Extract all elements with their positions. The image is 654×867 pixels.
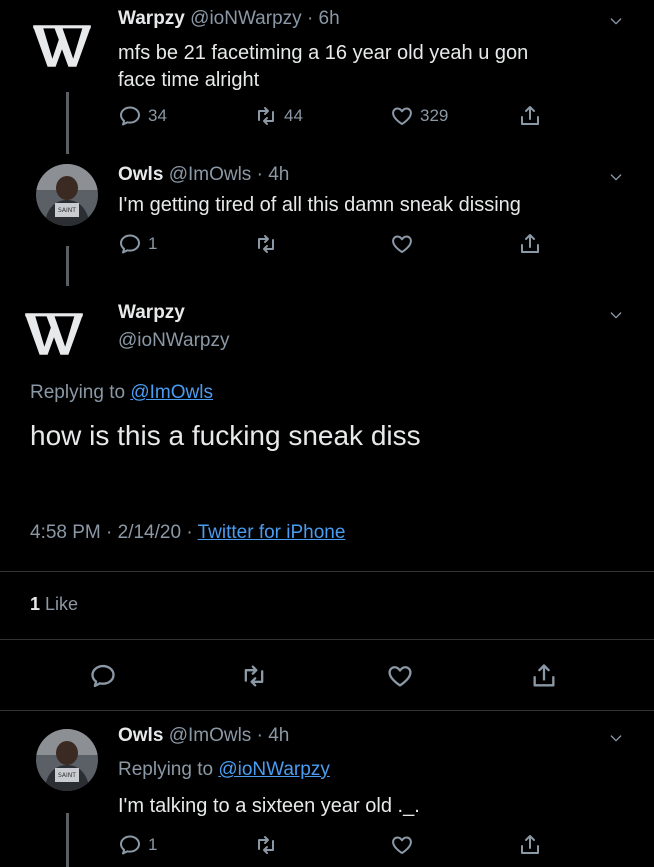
- replying-to-link[interactable]: @ImOwls: [130, 382, 213, 403]
- retweet-button[interactable]: [254, 232, 278, 256]
- like-button[interactable]: 329: [390, 104, 448, 128]
- divider: [0, 639, 654, 640]
- chevron-down-icon: [608, 307, 624, 323]
- retweet-icon: [240, 662, 268, 690]
- tweet-text: how is this a fucking sneak diss: [30, 420, 421, 451]
- tweet-actions: 1: [118, 833, 548, 857]
- author-name[interactable]: Warpzy: [118, 8, 185, 29]
- share-button[interactable]: [518, 833, 542, 857]
- retweet-button[interactable]: 44: [254, 104, 303, 128]
- reply-icon: [118, 232, 142, 256]
- author-name[interactable]: Owls: [118, 725, 163, 746]
- share-icon: [530, 662, 558, 690]
- reply-button[interactable]: 1: [118, 232, 157, 256]
- reply-count: 1: [148, 835, 158, 854]
- retweet-count: 44: [284, 106, 303, 125]
- share-button[interactable]: [518, 104, 542, 128]
- tweet-header: Owls @ImOwls · 4h: [118, 725, 289, 747]
- share-icon: [518, 232, 542, 256]
- like-count: 329: [420, 106, 449, 125]
- chevron-down-icon: [608, 730, 624, 746]
- tweet-header: Owls @ImOwls · 4h: [118, 164, 289, 186]
- author-handle[interactable]: @ImOwls: [169, 725, 252, 746]
- reply-button[interactable]: [89, 662, 117, 695]
- tweet-actions: [0, 662, 654, 690]
- tweet-text-line: face time alright: [118, 69, 260, 91]
- chevron-down-icon: [608, 169, 624, 185]
- replying-to-link[interactable]: @ioNWarpzy: [218, 759, 330, 780]
- replying-to: Replying to @ImOwls: [30, 382, 213, 404]
- share-button[interactable]: [530, 662, 558, 695]
- replying-prefix: Replying to: [118, 759, 214, 780]
- author-handle[interactable]: @ioNWarpzy: [118, 330, 230, 352]
- retweet-icon: [254, 833, 278, 857]
- tweet-owls-1[interactable]: Owls @ImOwls · 4h I'm getting tired of a…: [0, 150, 654, 290]
- heart-icon: [390, 833, 414, 857]
- avatar[interactable]: [36, 729, 98, 791]
- replying-to: Replying to @ioNWarpzy: [118, 759, 330, 781]
- focused-tweet: Warpzy @ioNWarpzy Replying to @ImOwls ho…: [0, 296, 654, 696]
- tweet-source-link[interactable]: Twitter for iPhone: [198, 522, 346, 543]
- tweet-text: I'm getting tired of all this damn sneak…: [118, 194, 521, 216]
- thread-line: [66, 92, 69, 154]
- reply-icon: [89, 662, 117, 690]
- reply-button[interactable]: 34: [118, 104, 167, 128]
- like-button[interactable]: [390, 232, 414, 256]
- reply-count: 1: [148, 234, 158, 253]
- more-button[interactable]: [608, 730, 624, 751]
- retweet-button[interactable]: [240, 662, 268, 695]
- share-icon: [518, 833, 542, 857]
- tweet-text: mfs be 21 facetiming a 16 year old yeah …: [118, 40, 528, 94]
- more-button[interactable]: [608, 307, 624, 328]
- reply-icon: [118, 833, 142, 857]
- tweet-header: Warpzy @ioNWarpzy · 6h: [118, 8, 340, 30]
- author-handle[interactable]: @ioNWarpzy: [190, 8, 302, 29]
- tweet-actions: 1: [118, 232, 548, 256]
- like-button[interactable]: [390, 833, 414, 857]
- chevron-down-icon: [608, 13, 624, 29]
- divider: [0, 710, 654, 711]
- tweet-time[interactable]: · 6h: [307, 8, 340, 29]
- author-name[interactable]: Warpzy: [118, 302, 185, 324]
- author-handle[interactable]: @ImOwls: [169, 164, 252, 185]
- tweet-text-line: mfs be 21 facetiming a 16 year old yeah …: [118, 42, 529, 64]
- retweet-icon: [254, 232, 278, 256]
- warpzy-logo-avatar[interactable]: [30, 22, 94, 70]
- thread-line: [66, 246, 69, 286]
- tweet-text: I'm talking to a sixteen year old ._.: [118, 795, 420, 817]
- likes-count: 1: [30, 594, 41, 614]
- share-button[interactable]: [518, 232, 542, 256]
- more-button[interactable]: [608, 169, 624, 190]
- divider: [0, 571, 654, 572]
- tweet-owls-2[interactable]: Owls @ImOwls · 4h Replying to @ioNWarpzy…: [0, 715, 654, 867]
- share-icon: [518, 104, 542, 128]
- likes-label: Like: [45, 594, 79, 614]
- tweet-actions: 34 44 329: [118, 104, 548, 128]
- tweet-time[interactable]: · 4h: [257, 164, 290, 185]
- retweet-button[interactable]: [254, 833, 278, 857]
- reply-icon: [118, 104, 142, 128]
- author-name[interactable]: Owls: [118, 164, 163, 185]
- avatar[interactable]: [36, 164, 98, 226]
- replying-prefix: Replying to: [30, 382, 126, 403]
- retweet-icon: [254, 104, 278, 128]
- reply-count: 34: [148, 106, 167, 125]
- reply-button[interactable]: 1: [118, 833, 157, 857]
- warpzy-logo-avatar[interactable]: [22, 310, 86, 358]
- thread-line: [66, 813, 69, 867]
- likes-summary[interactable]: 1 Like: [30, 594, 78, 615]
- tweet-time[interactable]: · 4h: [257, 725, 290, 746]
- heart-icon: [390, 232, 414, 256]
- like-button[interactable]: [386, 662, 414, 695]
- author-name-text: Warpzy: [118, 302, 185, 323]
- tweet-meta: 4:58 PM · 2/14/20 · Twitter for iPhone: [30, 522, 345, 544]
- tweet-timestamp[interactable]: 4:58 PM · 2/14/20 ·: [30, 522, 193, 543]
- heart-icon: [390, 104, 414, 128]
- tweet-warpzy-1[interactable]: Warpzy @ioNWarpzy · 6h mfs be 21 facetim…: [0, 0, 654, 154]
- more-button[interactable]: [608, 13, 624, 34]
- heart-icon: [386, 662, 414, 690]
